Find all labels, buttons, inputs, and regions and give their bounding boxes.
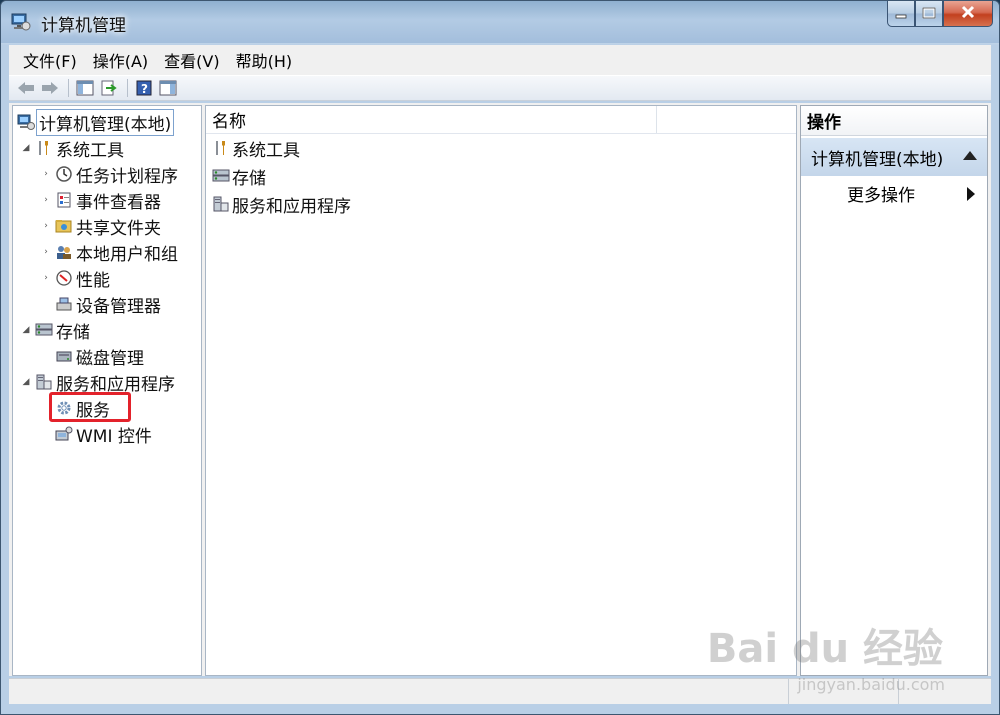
tree-item-label: 服务和应用程序	[56, 374, 175, 395]
expand-chevron-icon[interactable]: ›	[41, 221, 51, 231]
tree-item-computer-management[interactable]: 计算机管理(本地)	[13, 108, 201, 136]
close-button[interactable]	[943, 1, 993, 27]
wmi-control-icon	[55, 425, 73, 443]
tree-item-label: 共享文件夹	[76, 218, 161, 239]
list-item-label: 存储	[232, 168, 266, 189]
tree-item-shared-folders[interactable]: › 共享文件夹	[13, 213, 201, 239]
tree-item-storage[interactable]: ◢ 存储	[13, 317, 201, 343]
tools-icon	[35, 139, 53, 157]
tree-item-performance[interactable]: › 性能	[13, 265, 201, 291]
list-item-label: 服务和应用程序	[232, 196, 351, 217]
services-applications-icon	[35, 373, 53, 391]
maximize-icon	[922, 4, 936, 23]
maximize-button[interactable]	[915, 1, 943, 27]
expand-chevron-icon[interactable]: ›	[41, 273, 51, 283]
status-cell	[789, 679, 899, 704]
toolbar-separator	[68, 79, 69, 97]
minimize-button[interactable]	[887, 1, 915, 27]
tree-item-label: 存储	[56, 322, 90, 343]
list-item-services-applications[interactable]: 服务和应用程序	[206, 190, 796, 218]
show-hide-action-pane-icon[interactable]	[157, 78, 179, 98]
collapse-triangle-icon[interactable]: ◢	[21, 377, 31, 387]
computer-management-icon	[17, 113, 35, 131]
services-gear-icon	[55, 399, 73, 417]
minimize-icon	[895, 4, 907, 23]
storage-icon	[35, 321, 53, 339]
close-icon	[960, 4, 976, 23]
actions-section-label: 计算机管理(本地)	[811, 149, 944, 170]
content-area: 计算机管理(本地) ◢ 系统工具 › 任务计划程序 › 事件查看器 › 共享文件…	[9, 103, 991, 676]
expand-chevron-icon[interactable]: ›	[41, 247, 51, 257]
expand-chevron-icon[interactable]: ›	[41, 169, 51, 179]
collapse-up-triangle-icon[interactable]	[963, 151, 977, 160]
menu-bar: 文件(F) 操作(A) 查看(V) 帮助(H)	[9, 45, 991, 75]
toolbar: ?	[9, 75, 991, 101]
tree-item-label: WMI 控件	[76, 426, 152, 447]
tree-item-label: 事件查看器	[76, 192, 161, 213]
services-applications-icon	[212, 195, 230, 213]
tree-item-wmi-control[interactable]: WMI 控件	[13, 421, 201, 447]
window-title: 计算机管理	[41, 16, 126, 36]
event-viewer-icon	[55, 191, 73, 209]
export-list-icon[interactable]	[98, 78, 120, 98]
clock-icon	[55, 165, 73, 183]
shared-folder-icon	[55, 217, 73, 235]
tree-item-services-applications[interactable]: ◢ 服务和应用程序	[13, 369, 201, 395]
menu-help[interactable]: 帮助(H)	[228, 48, 301, 72]
actions-pane: 操作 计算机管理(本地) 更多操作	[800, 105, 988, 676]
help-icon[interactable]: ?	[133, 78, 155, 98]
menu-action[interactable]: 操作(A)	[85, 48, 156, 72]
tree-item-label: 磁盘管理	[76, 348, 144, 369]
tree-item-task-scheduler[interactable]: › 任务计划程序	[13, 161, 201, 187]
tree-item-device-manager[interactable]: 设备管理器	[13, 291, 201, 317]
show-hide-tree-icon[interactable]	[74, 78, 96, 98]
collapse-triangle-icon[interactable]: ◢	[21, 325, 31, 335]
list-item-system-tools[interactable]: 系统工具	[206, 134, 796, 162]
tree-item-disk-management[interactable]: 磁盘管理	[13, 343, 201, 369]
tree-item-label: 系统工具	[56, 140, 124, 161]
tree-item-event-viewer[interactable]: › 事件查看器	[13, 187, 201, 213]
title-bar[interactable]: 计算机管理	[1, 1, 999, 43]
more-actions-label: 更多操作	[847, 185, 915, 206]
tree-item-services[interactable]: 服务	[13, 395, 201, 421]
actions-pane-header: 操作	[801, 106, 987, 136]
list-item-label: 系统工具	[232, 140, 300, 161]
expand-chevron-icon[interactable]: ›	[41, 195, 51, 205]
disk-icon	[55, 347, 73, 365]
performance-gauge-icon	[55, 269, 73, 287]
tree-item-label: 计算机管理(本地)	[36, 108, 175, 136]
tree-item-label: 服务	[76, 400, 110, 421]
toolbar-separator	[127, 79, 128, 97]
users-icon	[55, 243, 73, 261]
navigation-tree-pane: 计算机管理(本地) ◢ 系统工具 › 任务计划程序 › 事件查看器 › 共享文件…	[12, 105, 202, 676]
tree-item-label: 设备管理器	[76, 296, 161, 317]
tree-item-label: 性能	[76, 270, 110, 291]
svg-text:?: ?	[141, 82, 148, 96]
device-manager-icon	[55, 295, 73, 313]
list-pane: 名称 系统工具 存储 服务和应用程序	[205, 105, 797, 676]
tree-item-local-users-groups[interactable]: › 本地用户和组	[13, 239, 201, 265]
tree-item-label: 本地用户和组	[76, 244, 178, 265]
computer-management-icon	[11, 12, 31, 32]
forward-arrow-icon[interactable]	[39, 78, 61, 98]
list-column-header: 名称	[206, 106, 796, 134]
status-cell	[9, 679, 789, 704]
tools-icon	[212, 139, 230, 157]
menu-view[interactable]: 查看(V)	[156, 48, 227, 72]
tree-item-label: 任务计划程序	[76, 166, 178, 187]
tree-item-system-tools[interactable]: ◢ 系统工具	[13, 135, 201, 161]
back-arrow-icon[interactable]	[15, 78, 37, 98]
actions-section-computer-management[interactable]: 计算机管理(本地)	[801, 138, 987, 176]
submenu-arrow-icon	[967, 187, 975, 201]
list-item-storage[interactable]: 存储	[206, 162, 796, 190]
status-bar	[9, 678, 991, 704]
more-actions-item[interactable]: 更多操作	[801, 176, 987, 210]
menu-file[interactable]: 文件(F)	[9, 48, 85, 72]
storage-icon	[212, 167, 230, 185]
collapse-triangle-icon[interactable]: ◢	[21, 143, 31, 153]
column-header-name[interactable]: 名称	[206, 106, 657, 133]
computer-management-window: 计算机管理 文件(F) 操作(A) 查看(V) 帮助(H) ? 计算机管理(本地…	[0, 0, 1000, 715]
